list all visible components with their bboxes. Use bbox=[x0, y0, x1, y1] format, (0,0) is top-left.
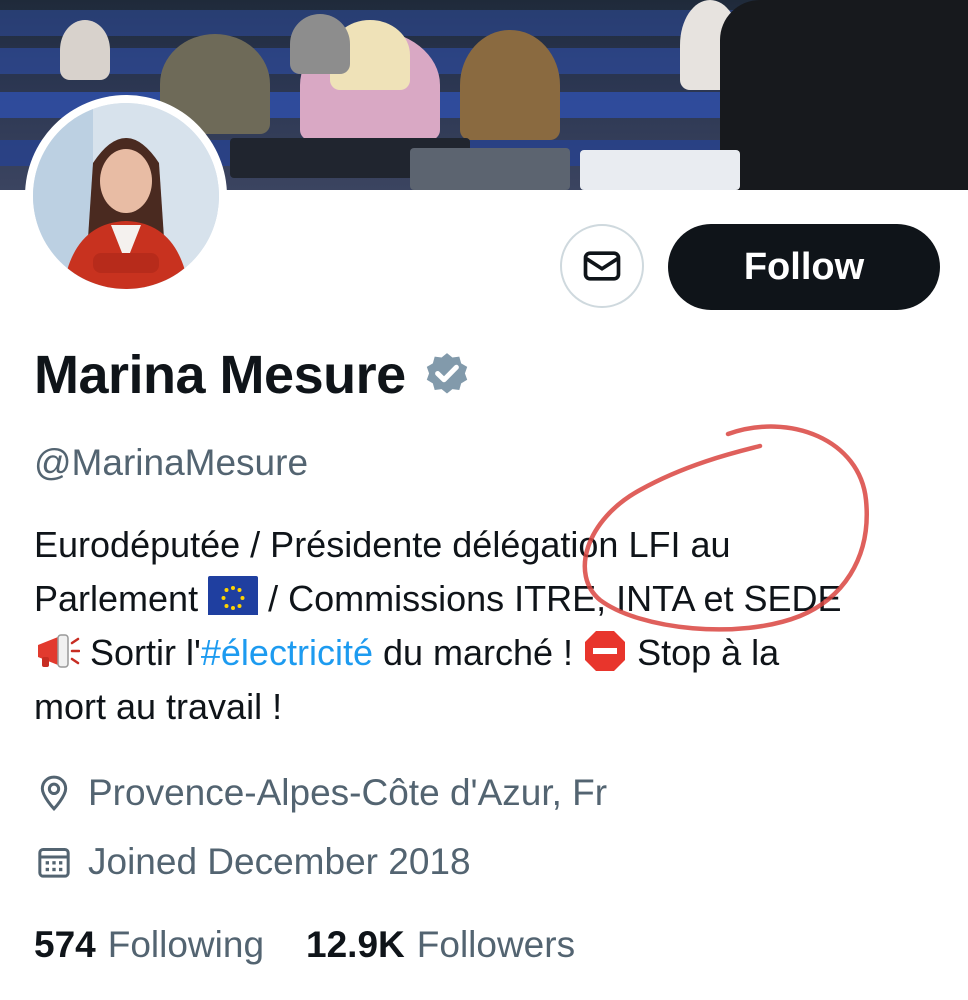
message-button[interactable] bbox=[560, 224, 644, 308]
stop-sign-emoji bbox=[585, 631, 626, 671]
hashtag-link[interactable]: #électricité bbox=[201, 632, 373, 673]
location-text: Provence-Alpes-Côte d'Azur, Fr bbox=[88, 772, 608, 813]
profile-bio: Eurodéputée / Présidente délégation LFI … bbox=[34, 518, 954, 734]
bio-text: Sortir l' bbox=[80, 632, 201, 673]
profile-location: Provence-Alpes-Côte d'Azur, Fr bbox=[34, 772, 607, 814]
location-pin-icon bbox=[40, 775, 68, 812]
avatar-portrait bbox=[33, 103, 219, 289]
bio-text: Stop à la bbox=[627, 632, 780, 673]
bio-text: du marché ! bbox=[372, 632, 584, 673]
user-handle: @MarinaMesure bbox=[34, 442, 309, 483]
bio-line-2: Parlement / Commissions ITRE, INTA et SE… bbox=[34, 572, 954, 626]
avatar bbox=[33, 103, 219, 289]
name-row: Marina Mesure bbox=[34, 344, 472, 406]
joined-text: Joined December 2018 bbox=[88, 841, 471, 882]
profile-avatar-frame[interactable] bbox=[25, 95, 227, 297]
megaphone-emoji bbox=[38, 634, 80, 668]
display-name: Marina Mesure bbox=[34, 345, 406, 405]
following-count: 574 bbox=[34, 924, 96, 965]
envelope-icon bbox=[583, 251, 621, 281]
following-label: Following bbox=[107, 924, 265, 965]
follow-button[interactable]: Follow bbox=[668, 224, 940, 310]
bio-line-4: mort au travail ! bbox=[34, 686, 283, 727]
bio-text: Parlement bbox=[34, 578, 199, 619]
profile-stats: 574 Following 12.9K Followers bbox=[34, 924, 617, 966]
followers-label: Followers bbox=[416, 924, 576, 965]
eu-flag-emoji bbox=[208, 576, 259, 615]
following-link[interactable]: 574 Following bbox=[34, 924, 264, 966]
followers-link[interactable]: 12.9K Followers bbox=[306, 924, 575, 966]
followers-count: 12.9K bbox=[306, 924, 405, 965]
profile-joined-date: Joined December 2018 bbox=[34, 841, 471, 883]
verified-badge-icon[interactable] bbox=[422, 350, 472, 400]
bio-line-1: Eurodéputée / Présidente délégation LFI … bbox=[34, 524, 731, 565]
calendar-icon bbox=[38, 848, 70, 878]
bio-line-3: Sortir l'#électricité du marché ! Stop à… bbox=[34, 626, 954, 680]
bio-text: / Commissions ITRE, INTA et SEDE bbox=[258, 578, 842, 619]
